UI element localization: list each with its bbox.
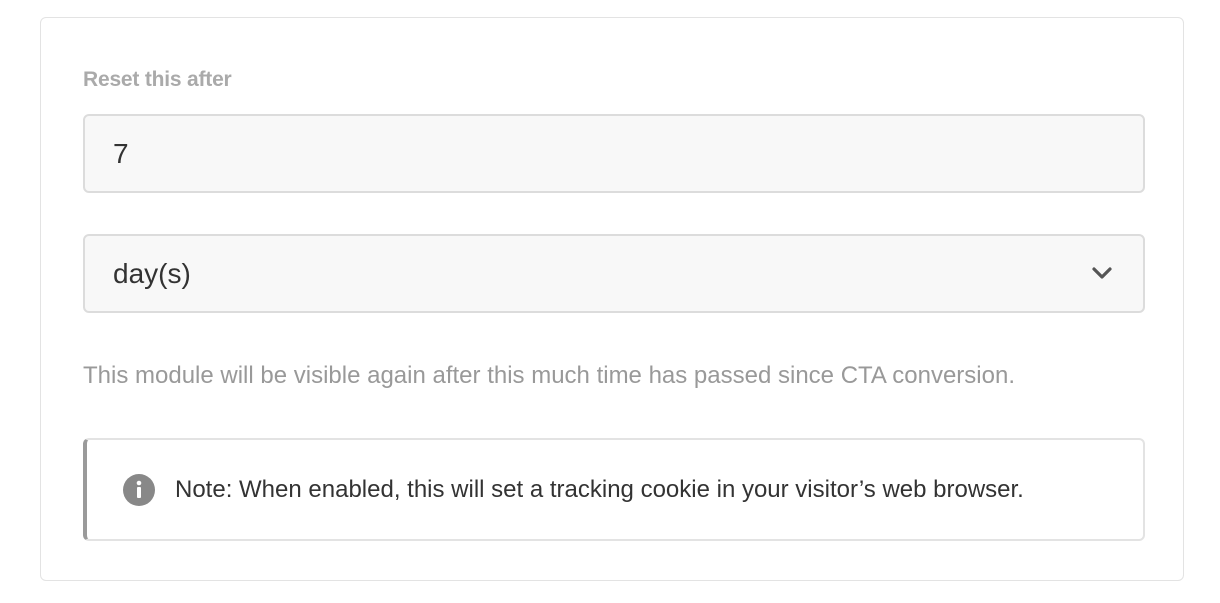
reset-after-label: Reset this after [83, 68, 232, 91]
reset-unit-select[interactable]: day(s) [83, 234, 1145, 313]
reset-help-text: This module will be visible again after … [83, 362, 1015, 389]
reset-amount-input[interactable] [83, 114, 1145, 193]
note-text: Note: When enabled, this will set a trac… [175, 476, 1024, 503]
reset-unit-selected-value: day(s) [113, 258, 191, 289]
tracking-cookie-note: Note: When enabled, this will set a trac… [83, 438, 1145, 541]
info-icon [123, 474, 155, 506]
reset-settings-panel: Reset this after day(s) This module will… [40, 17, 1184, 581]
chevron-down-icon [1092, 267, 1112, 279]
